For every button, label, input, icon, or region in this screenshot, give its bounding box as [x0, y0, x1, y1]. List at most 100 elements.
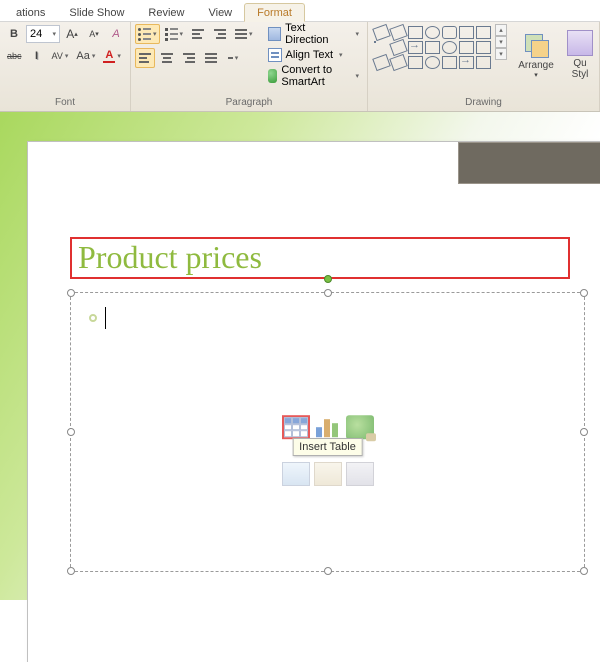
- resize-handle-tr[interactable]: [580, 289, 588, 297]
- paragraph-group-label: Paragraph: [135, 95, 363, 111]
- slide-canvas[interactable]: Product prices Insert Table: [28, 142, 600, 662]
- shape-square-icon[interactable]: [476, 26, 491, 39]
- bullets-button[interactable]: [135, 24, 160, 44]
- clear-formatting-button[interactable]: A: [106, 24, 126, 44]
- font-color-button[interactable]: A: [100, 46, 124, 66]
- insert-picture-button[interactable]: [282, 462, 310, 486]
- shadow-button[interactable]: I: [27, 46, 47, 66]
- shape-arrow-icon[interactable]: [408, 41, 423, 54]
- text-caret: [105, 307, 106, 329]
- bullets-icon: [138, 28, 151, 41]
- shape-rect-icon[interactable]: [408, 26, 423, 39]
- group-font: B 24 A▴ A▾ A abc I AV Aa A Font: [0, 22, 131, 111]
- align-center-button[interactable]: [157, 48, 177, 68]
- shape-cloud-icon[interactable]: [408, 56, 423, 69]
- resize-handle-tl[interactable]: [67, 289, 75, 297]
- content-placeholder[interactable]: Insert Table: [70, 292, 585, 572]
- align-center-icon: [161, 53, 173, 63]
- shape-action-icon[interactable]: [442, 56, 457, 69]
- slide-top-bar: [458, 142, 600, 184]
- columns-button[interactable]: [223, 48, 243, 68]
- content-insert-row1: [282, 415, 374, 439]
- shape-textbox-icon[interactable]: [459, 26, 474, 39]
- tab-format[interactable]: Format: [244, 3, 305, 22]
- numbering-icon: [165, 28, 178, 41]
- numbering-button[interactable]: [162, 24, 187, 44]
- align-text-button[interactable]: Align Text: [264, 45, 363, 65]
- align-text-icon: [268, 48, 282, 62]
- shape-line-icon[interactable]: [372, 24, 391, 41]
- tab-view[interactable]: View: [196, 4, 244, 21]
- tab-slideshow[interactable]: Slide Show: [57, 4, 136, 21]
- arrange-button[interactable]: Arrange▾: [513, 24, 559, 86]
- insert-smartart-button[interactable]: [346, 415, 374, 439]
- shape-curve-icon[interactable]: [372, 54, 391, 71]
- tab-animations[interactable]: ations: [4, 4, 57, 21]
- bullet-icon: [89, 314, 97, 322]
- ribbon: B 24 A▴ A▾ A abc I AV Aa A Font: [0, 22, 600, 112]
- shape-hexagon-icon[interactable]: [425, 41, 440, 54]
- shape-roundrect-icon[interactable]: [442, 26, 457, 39]
- ribbon-tabs: ations Slide Show Review View Format: [0, 0, 600, 22]
- align-justify-icon: [205, 53, 217, 63]
- insert-media-button[interactable]: [346, 462, 374, 486]
- content-insert-row2: [282, 462, 374, 486]
- insert-table-button[interactable]: [282, 415, 310, 439]
- smartart-icon: [268, 69, 278, 83]
- text-cursor-area[interactable]: [89, 307, 106, 329]
- grow-font-button[interactable]: A▴: [62, 24, 82, 44]
- quick-styles-button[interactable]: Qu Styl: [565, 24, 595, 86]
- shapes-gallery[interactable]: ▴ ▾ ▾: [372, 24, 507, 71]
- font-size-combo[interactable]: 24: [26, 25, 60, 43]
- shape-star-icon[interactable]: [442, 41, 457, 54]
- convert-smartart-button[interactable]: Convert to SmartArt: [264, 66, 363, 86]
- resize-handle-bl[interactable]: [67, 567, 75, 575]
- drawing-group-label: Drawing: [372, 95, 595, 111]
- tab-review[interactable]: Review: [136, 4, 196, 21]
- strike-button[interactable]: abc: [4, 46, 25, 66]
- char-spacing-button[interactable]: AV: [49, 46, 72, 66]
- decrease-indent-button[interactable]: [188, 24, 208, 44]
- shape-block-arrow-icon[interactable]: [459, 56, 474, 69]
- font-size-value: 24: [30, 28, 42, 40]
- insert-table-tooltip: Insert Table: [292, 438, 363, 456]
- arrange-icon: [523, 32, 549, 58]
- gallery-scroll-up[interactable]: ▴: [495, 24, 507, 36]
- resize-handle-mr[interactable]: [580, 428, 588, 436]
- columns-icon: [228, 57, 233, 59]
- resize-handle-mt[interactable]: [324, 289, 332, 297]
- line-spacing-button[interactable]: [232, 24, 256, 44]
- gallery-more[interactable]: ▾: [495, 48, 507, 60]
- insert-chart-button[interactable]: [314, 415, 342, 439]
- increase-indent-button[interactable]: [210, 24, 230, 44]
- slide-title[interactable]: Product prices: [78, 239, 562, 276]
- bold-button[interactable]: B: [4, 24, 24, 44]
- shape-callout-icon[interactable]: [425, 56, 440, 69]
- shape-equation-icon[interactable]: [476, 56, 491, 69]
- shape-ellipse-icon[interactable]: [425, 26, 440, 39]
- group-paragraph: Text Direction Align Text Convert to Sma…: [131, 22, 368, 111]
- resize-handle-mb[interactable]: [324, 567, 332, 575]
- align-justify-button[interactable]: [201, 48, 221, 68]
- align-right-button[interactable]: [179, 48, 199, 68]
- insert-clipart-button[interactable]: [314, 462, 342, 486]
- title-placeholder-highlight: Product prices: [70, 237, 570, 279]
- line-spacing-icon: [235, 29, 247, 39]
- rotate-handle[interactable]: [324, 275, 332, 283]
- shape-triangle-icon[interactable]: [374, 41, 376, 43]
- shape-freeform-icon[interactable]: [389, 54, 408, 71]
- shape-brace-icon[interactable]: [476, 41, 491, 54]
- shrink-font-button[interactable]: A▾: [84, 24, 104, 44]
- resize-handle-br[interactable]: [580, 567, 588, 575]
- shape-line-arrow-icon[interactable]: [389, 24, 408, 41]
- shape-connector-icon[interactable]: [389, 39, 408, 56]
- resize-handle-ml[interactable]: [67, 428, 75, 436]
- align-left-button[interactable]: [135, 48, 155, 68]
- indent-icon: [214, 29, 226, 39]
- gallery-scroll-down[interactable]: ▾: [495, 36, 507, 48]
- change-case-button[interactable]: Aa: [73, 46, 98, 66]
- shape-bracket-icon[interactable]: [459, 41, 474, 54]
- font-group-label: Font: [4, 95, 126, 111]
- text-direction-icon: [268, 27, 282, 41]
- text-direction-button[interactable]: Text Direction: [264, 24, 363, 44]
